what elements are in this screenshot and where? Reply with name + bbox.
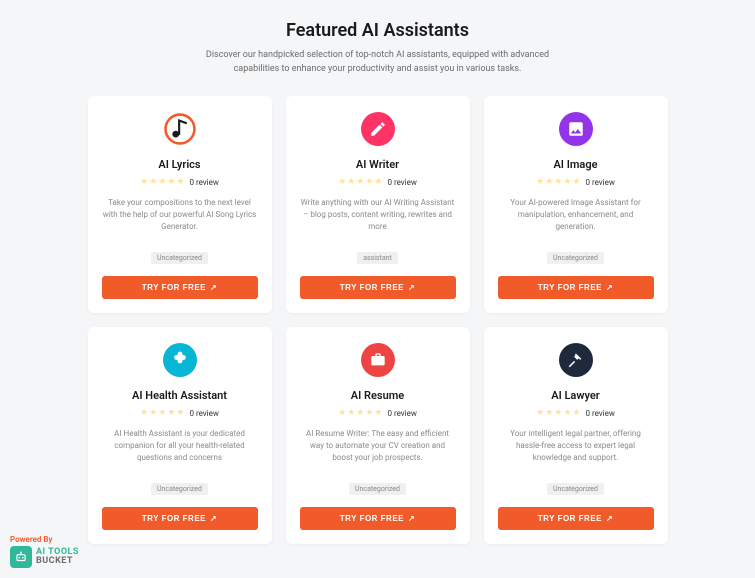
assistant-card: AI Health Assistant ★★★★★ 0 review AI Healt… (88, 327, 272, 544)
image-icon (559, 112, 593, 146)
star-icons: ★★★★★ (140, 408, 184, 418)
try-for-free-button[interactable]: TRY FOR FREE↗ (102, 276, 258, 299)
brand-box: AI TOOLS BUCKET (10, 546, 79, 568)
gavel-icon (559, 343, 593, 377)
music-note-icon (163, 112, 197, 146)
assistant-card: AI Resume ★★★★★ 0 review AI Resume Writer: … (286, 327, 470, 544)
arrow-icon: ↗ (210, 283, 217, 292)
try-for-free-button[interactable]: TRY FOR FREE↗ (498, 276, 654, 299)
assistant-card: AI Writer ★★★★★ 0 review Write anything wit… (286, 96, 470, 313)
category-tag[interactable]: assistant (357, 252, 398, 264)
review-count: 0 review (190, 178, 219, 187)
rating-row: ★★★★★ 0 review (102, 408, 258, 418)
review-count: 0 review (388, 178, 417, 187)
star-icons: ★★★★★ (338, 408, 382, 418)
rating-row: ★★★★★ 0 review (102, 177, 258, 187)
card-title: AI Lawyer (498, 389, 654, 402)
rating-row: ★★★★★ 0 review (498, 408, 654, 418)
review-count: 0 review (586, 178, 615, 187)
arrow-icon: ↗ (606, 283, 613, 292)
arrow-icon: ↗ (606, 514, 613, 523)
brand-line2: BUCKET (36, 557, 79, 566)
card-grid: AI Lyrics ★★★★★ 0 review Take your composit… (88, 96, 668, 544)
card-description: AI Resume Writer: The easy and efficient… (300, 428, 456, 464)
card-description: Your intelligent legal partner, offering… (498, 428, 654, 464)
star-icons: ★★★★★ (338, 177, 382, 187)
try-for-free-button[interactable]: TRY FOR FREE↗ (300, 276, 456, 299)
page-title: Featured AI Assistants (40, 20, 715, 41)
review-count: 0 review (388, 409, 417, 418)
page-subtitle: Discover our handpicked selection of top… (193, 49, 563, 76)
star-icons: ★★★★★ (536, 177, 580, 187)
category-tag[interactable]: Uncategorized (151, 483, 208, 495)
brand-robot-icon (10, 546, 32, 568)
rating-row: ★★★★★ 0 review (300, 177, 456, 187)
assistant-card: AI Lyrics ★★★★★ 0 review Take your composit… (88, 96, 272, 313)
arrow-icon: ↗ (210, 514, 217, 523)
rating-row: ★★★★★ 0 review (498, 177, 654, 187)
card-description: AI Health Assistant is your dedicated co… (102, 428, 258, 464)
category-tag[interactable]: Uncategorized (547, 483, 604, 495)
category-tag[interactable]: Uncategorized (151, 252, 208, 264)
pen-icon (361, 112, 395, 146)
review-count: 0 review (586, 409, 615, 418)
card-description: Write anything with our AI Writing Assis… (300, 197, 456, 233)
card-title: AI Writer (300, 158, 456, 171)
arrow-icon: ↗ (408, 283, 415, 292)
powered-by-label: Powered By (10, 535, 79, 544)
page-header: Featured AI Assistants Discover our hand… (40, 20, 715, 76)
footer-brand[interactable]: Powered By AI TOOLS BUCKET (10, 535, 79, 568)
category-tag[interactable]: Uncategorized (547, 252, 604, 264)
star-icons: ★★★★★ (140, 177, 184, 187)
card-title: AI Lyrics (102, 158, 258, 171)
star-icons: ★★★★★ (536, 408, 580, 418)
try-for-free-button[interactable]: TRY FOR FREE↗ (102, 507, 258, 530)
rating-row: ★★★★★ 0 review (300, 408, 456, 418)
brand-text: AI TOOLS BUCKET (36, 548, 79, 566)
assistant-card: AI Image ★★★★★ 0 review Your AI-powered Ima… (484, 96, 668, 313)
review-count: 0 review (190, 409, 219, 418)
medical-icon (163, 343, 197, 377)
assistant-card: AI Lawyer ★★★★★ 0 review Your intelligent l… (484, 327, 668, 544)
try-for-free-button[interactable]: TRY FOR FREE↗ (300, 507, 456, 530)
category-tag[interactable]: Uncategorized (349, 483, 406, 495)
card-title: AI Health Assistant (102, 389, 258, 402)
card-title: AI Image (498, 158, 654, 171)
card-title: AI Resume (300, 389, 456, 402)
arrow-icon: ↗ (408, 514, 415, 523)
card-description: Take your compositions to the next level… (102, 197, 258, 233)
card-description: Your AI-powered Image Assistant for mani… (498, 197, 654, 233)
briefcase-icon (361, 343, 395, 377)
try-for-free-button[interactable]: TRY FOR FREE↗ (498, 507, 654, 530)
